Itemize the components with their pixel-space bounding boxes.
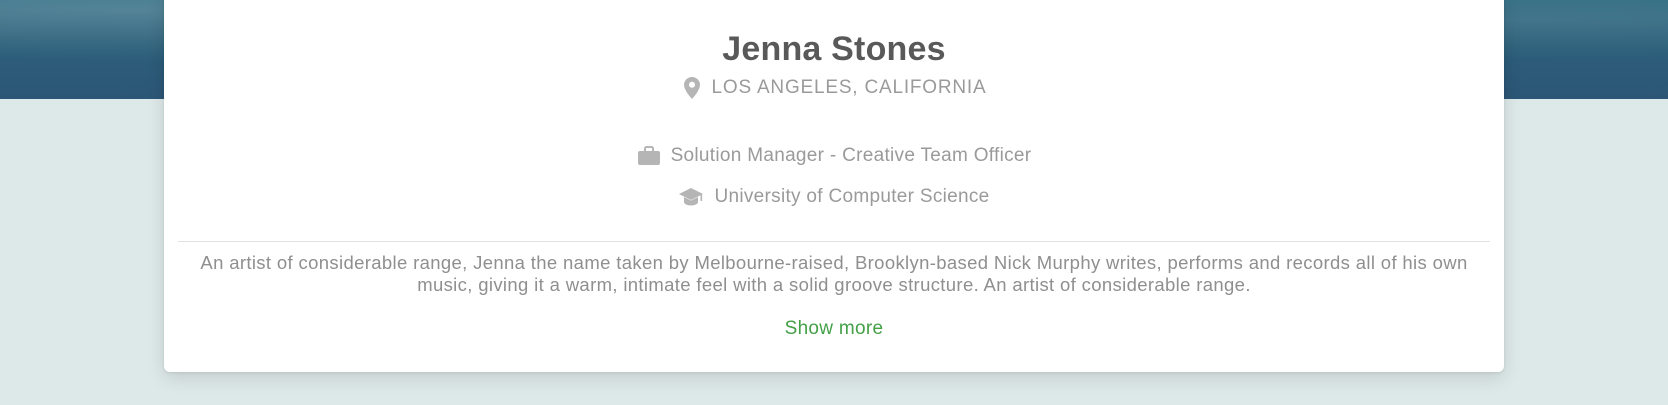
graduation-cap-icon bbox=[678, 187, 704, 207]
show-more-link[interactable]: Show more bbox=[785, 318, 884, 339]
location-label: LOS ANGELES, CALIFORNIA bbox=[711, 77, 987, 98]
education-row: University of Computer Science bbox=[164, 186, 1504, 208]
location-pin-icon bbox=[682, 76, 702, 100]
job-row: Solution Manager - Creative Team Officer bbox=[164, 145, 1504, 167]
profile-name: Jenna Stones bbox=[722, 30, 946, 68]
profile-card: Jenna Stones LOS ANGELES, CALIFORNIA Sol… bbox=[164, 0, 1504, 372]
profile-bio: An artist of considerable range, Jenna t… bbox=[200, 252, 1468, 295]
location-row: LOS ANGELES, CALIFORNIA bbox=[164, 76, 1504, 100]
education-label: University of Computer Science bbox=[714, 186, 990, 207]
briefcase-icon bbox=[637, 146, 661, 166]
job-title: Solution Manager - Creative Team Officer bbox=[670, 145, 1032, 166]
show-more-link-wrapper: Show more bbox=[164, 318, 1504, 340]
section-divider bbox=[178, 241, 1490, 242]
